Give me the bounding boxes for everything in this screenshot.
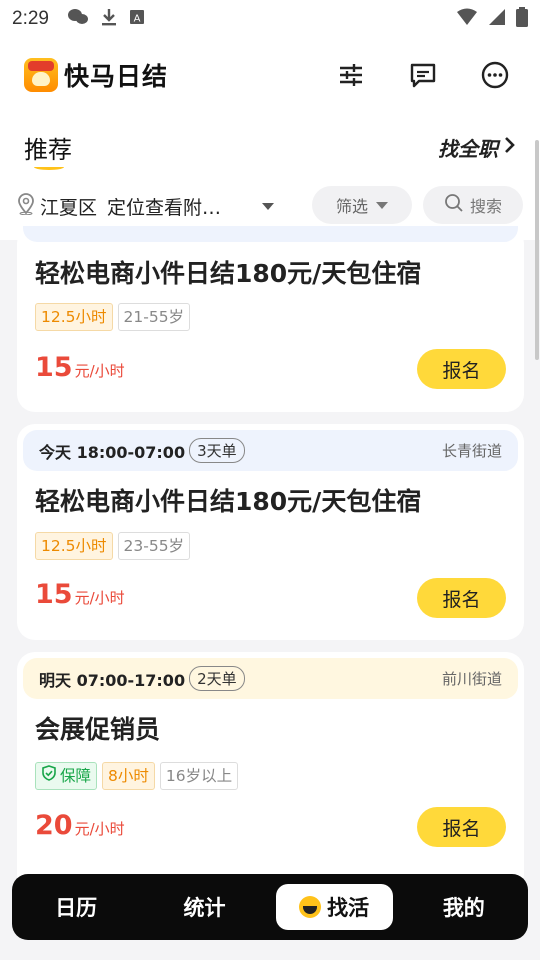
nav-calendar[interactable]: 日历 [12, 874, 140, 940]
age-tag: 21-55岁 [117, 303, 191, 331]
caret-down-icon [262, 202, 275, 210]
guarantee-tag: 保障 [35, 762, 98, 790]
battery-icon [516, 6, 528, 32]
tag-list: 12.5小时 23-55岁 [35, 532, 191, 560]
shift-time: 今天 18:00-07:00 [39, 442, 186, 462]
price-value: 20 [35, 810, 73, 841]
app-title: 快马日结 [64, 62, 169, 91]
price-unit: 元/小时 [74, 362, 125, 380]
price-value: 15 [35, 352, 73, 383]
app-header: 快马日结 [0, 48, 540, 102]
search-label: 搜索 [469, 197, 502, 216]
job-title: 轻松电商小件日结180元/天包住宿 [35, 487, 422, 516]
app-notification-icon: A [129, 8, 145, 30]
wifi-icon [456, 8, 478, 31]
nav-find-work[interactable]: 找活 [275, 884, 393, 930]
nav-profile[interactable]: 我的 [400, 874, 528, 940]
location-pin-icon [16, 192, 36, 220]
price: 20 元/小时 [35, 810, 125, 841]
age-tag: 16岁以上 [159, 762, 239, 790]
signup-button[interactable]: 报名 [417, 349, 506, 389]
nav-calendar-label: 日历 [55, 896, 98, 920]
more-icon[interactable] [480, 60, 510, 90]
price-unit: 元/小时 [74, 589, 125, 607]
bottom-nav: 日历 统计 找活 我的 [12, 874, 528, 940]
nav-statistics-label: 统计 [183, 896, 226, 920]
signal-icon [488, 8, 506, 31]
district-label: 江夏区 [40, 196, 98, 219]
price: 15 元/小时 [35, 352, 125, 383]
tab-active-underline [34, 164, 64, 170]
nav-profile-label: 我的 [442, 896, 485, 920]
job-card[interactable]: 今天 18:00-07:00 3天单 长青街道 轻松电商小件日结180元/天包住… [17, 424, 524, 640]
wechat-icon [67, 8, 89, 31]
price-unit: 元/小时 [74, 820, 125, 838]
filter-button[interactable]: 筛选 [312, 186, 412, 224]
status-time: 2:29 [12, 8, 49, 29]
message-icon[interactable] [408, 60, 438, 90]
job-title: 会展促销员 [35, 715, 161, 744]
street-label: 长青街道 [441, 442, 502, 460]
filter-label: 筛选 [335, 197, 368, 216]
street-label: 前川街道 [441, 670, 502, 688]
signup-button[interactable]: 报名 [417, 578, 506, 618]
hours-tag: 12.5小时 [35, 532, 113, 560]
tag-list: 12.5小时 21-55岁 [35, 303, 191, 331]
chevron-right-icon [504, 135, 516, 159]
location-selector[interactable]: 江夏区 定位查看附… [16, 192, 275, 220]
shift-time: 明天 07:00-17:00 [39, 670, 186, 690]
app-logo [24, 58, 58, 92]
scrollbar[interactable] [535, 140, 539, 360]
tab-row: 推荐 找全职 [0, 124, 540, 170]
download-icon [101, 8, 117, 31]
find-fulltime-label: 找全职 [438, 136, 498, 161]
card-header-edge [23, 226, 518, 242]
price: 15 元/小时 [35, 579, 125, 610]
mascot-icon [299, 896, 322, 918]
price-value: 15 [35, 579, 73, 610]
tab-recommend-label: 推荐 [24, 135, 72, 164]
card-schedule-header: 今天 18:00-07:00 3天单 长青街道 [23, 430, 518, 471]
signup-button[interactable]: 报名 [417, 807, 506, 847]
guarantee-label: 保障 [60, 767, 92, 785]
search-button[interactable]: 搜索 [423, 186, 523, 224]
find-fulltime-link[interactable]: 找全职 [438, 133, 516, 162]
search-icon [444, 193, 464, 217]
filter-row: 江夏区 定位查看附… 筛选 搜索 [0, 186, 540, 226]
job-title: 轻松电商小件日结180元/天包住宿 [35, 259, 422, 288]
job-card[interactable]: 明天 07:00-17:00 2天单 前川街道 会展促销员 保障 8小时 16岁… [17, 652, 524, 892]
nearby-label: 定位查看附… [107, 196, 222, 219]
job-card[interactable]: 轻松电商小件日结180元/天包住宿 12.5小时 21-55岁 15 元/小时 … [17, 226, 524, 412]
age-tag: 23-55岁 [117, 532, 191, 560]
shield-check-icon [41, 763, 57, 789]
nav-find-work-label: 找活 [327, 896, 370, 920]
shift-days-badge: 2天单 [189, 666, 245, 691]
tab-recommend[interactable]: 推荐 [24, 130, 72, 170]
caret-down-icon [376, 201, 388, 209]
hours-tag: 8小时 [102, 762, 155, 790]
hours-tag: 12.5小时 [35, 303, 113, 331]
settings-sliders-icon[interactable] [336, 60, 366, 90]
nav-statistics[interactable]: 统计 [140, 874, 268, 940]
status-bar: 2:29 A [0, 0, 540, 38]
svg-text:A: A [134, 14, 141, 25]
shift-days-badge: 3天单 [189, 438, 245, 463]
tag-list: 保障 8小时 16岁以上 [35, 762, 239, 790]
card-schedule-header: 明天 07:00-17:00 2天单 前川街道 [23, 658, 518, 699]
